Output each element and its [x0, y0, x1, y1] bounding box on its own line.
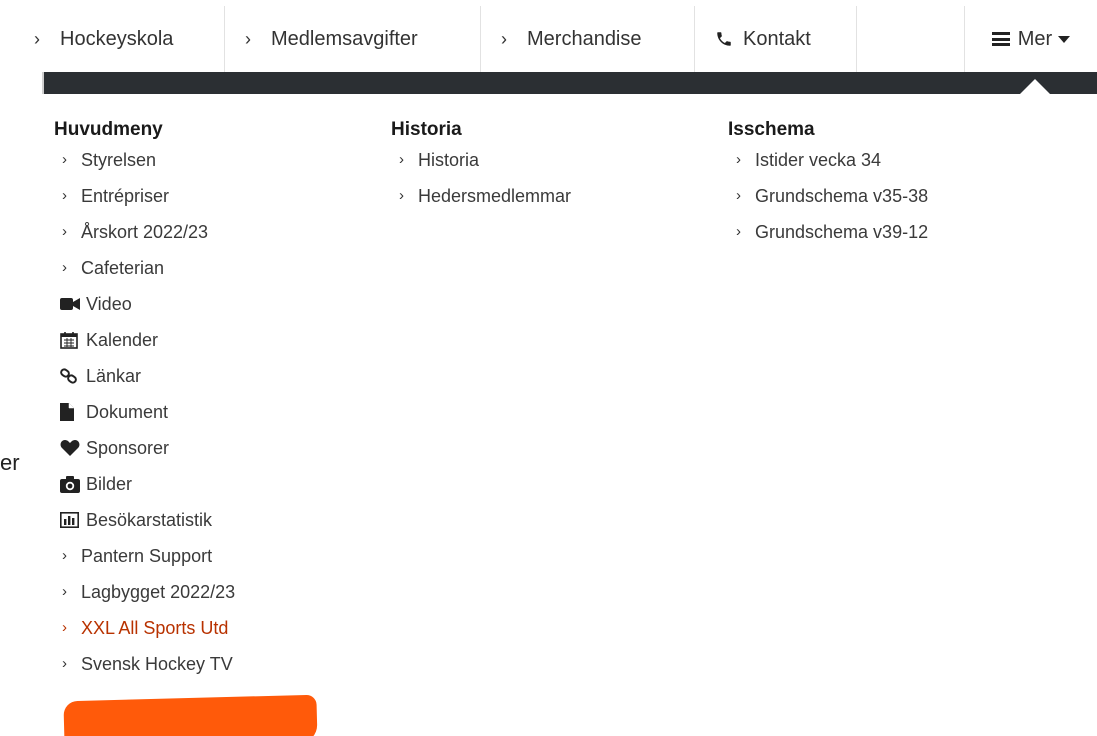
menu-item-hedersmedlemmar[interactable]: › Hedersmedlemmar — [391, 178, 571, 214]
menu-item-label: Hedersmedlemmar — [418, 186, 572, 206]
menu-item-grundschema-2[interactable]: › Grundschema v39-12 — [728, 214, 928, 250]
menu-column-historia: Historia › Historia › Hedersmedlemmar — [391, 118, 571, 214]
menu-item-dokument[interactable]: Dokument — [54, 394, 235, 430]
chevron-right-icon: › — [736, 151, 741, 168]
phone-icon — [715, 30, 733, 48]
chevron-right-icon: › — [62, 223, 67, 240]
menu-item-grundschema-1[interactable]: › Grundschema v35-38 — [728, 178, 928, 214]
menu-item-kalender[interactable]: Kalender — [54, 322, 235, 358]
menu-item-label: Länkar — [86, 366, 142, 386]
menu-item-sponsorer[interactable]: Sponsorer — [54, 430, 235, 466]
hamburger-icon — [991, 32, 1010, 46]
nav-item-kontakt[interactable]: Kontakt — [695, 6, 857, 72]
column-title: Historia — [391, 119, 462, 140]
chevron-right-icon: › — [245, 28, 251, 49]
document-icon — [60, 403, 82, 421]
menu-item-label: Cafeterian — [81, 258, 165, 278]
menu-column-huvudmeny: Huvudmeny › Styrelsen › Entrépriser › Årsko… — [54, 118, 235, 682]
menu-item-video[interactable]: Video — [54, 286, 235, 322]
menu-item-xxl-all-sports[interactable]: › XXL All Sports Utd — [54, 610, 235, 646]
highlight-marker — [63, 694, 318, 736]
nav-item-hockeyskola[interactable]: › Hockeyskola — [14, 6, 225, 72]
menu-item-besokarstatistik[interactable]: Besökarstatistik — [54, 502, 235, 538]
chevron-right-icon: › — [399, 187, 404, 204]
menu-item-label: Sponsorer — [86, 438, 170, 458]
chevron-right-icon: › — [62, 583, 67, 600]
bar-chart-icon — [60, 512, 82, 528]
chevron-right-icon: › — [62, 259, 67, 276]
chevron-right-icon: › — [736, 223, 741, 240]
chevron-right-icon: › — [62, 619, 67, 636]
menu-item-label: Årskort 2022/23 — [81, 222, 209, 242]
menu-item-pantern-support[interactable]: › Pantern Support — [54, 538, 235, 574]
menu-item-label: Istider vecka 34 — [755, 150, 882, 170]
menu-item-label: Grundschema v35-38 — [755, 186, 929, 206]
dropdown-pointer — [1020, 79, 1050, 94]
menu-item-svensk-hockey-tv[interactable]: › Svensk Hockey TV — [54, 646, 235, 682]
chevron-right-icon: › — [399, 151, 404, 168]
link-icon — [60, 368, 82, 384]
menu-item-label: Video — [86, 294, 132, 314]
nav-item-label: Merchandise — [527, 27, 642, 50]
menu-item-entrepriser[interactable]: › Entrépriser — [54, 178, 235, 214]
nav-item-merchandise[interactable]: › Merchandise — [481, 6, 695, 72]
menu-item-label: Grundschema v39-12 — [755, 222, 929, 242]
menu-item-label: Styrelsen — [81, 150, 157, 170]
chevron-right-icon: › — [501, 28, 507, 49]
menu-item-label: Svensk Hockey TV — [81, 654, 233, 674]
menu-item-label: Lagbygget 2022/23 — [81, 582, 236, 602]
menu-item-lankar[interactable]: Länkar — [54, 358, 235, 394]
menu-item-lagbygget[interactable]: › Lagbygget 2022/23 — [54, 574, 235, 610]
menu-item-cafeterian[interactable]: › Cafeterian — [54, 250, 235, 286]
chevron-right-icon: › — [62, 187, 67, 204]
menu-item-label: Historia — [418, 150, 480, 170]
menu-item-arskort[interactable]: › Årskort 2022/23 — [54, 214, 235, 250]
nav-spacer — [857, 6, 965, 72]
chevron-right-icon: › — [62, 547, 67, 564]
caret-down-icon — [1058, 35, 1071, 43]
menu-column-isschema: Isschema › Istider vecka 34 › Grundschema … — [728, 118, 928, 250]
menu-item-label: Pantern Support — [81, 546, 213, 566]
nav-item-label: Kontakt — [743, 27, 811, 50]
menu-item-label: Bilder — [86, 474, 133, 494]
menu-item-bilder[interactable]: Bilder — [54, 466, 235, 502]
menu-item-styrelsen[interactable]: › Styrelsen — [54, 142, 235, 178]
mega-menu: Huvudmeny › Styrelsen › Entrépriser › Årsko… — [30, 94, 1097, 736]
menu-item-label: Entrépriser — [81, 186, 170, 206]
chevron-right-icon: › — [736, 187, 741, 204]
menu-item-label: Kalender — [86, 330, 159, 350]
menu-item-historia[interactable]: › Historia — [391, 142, 571, 178]
column-title: Isschema — [728, 119, 815, 140]
nav-item-medlemsavgifter[interactable]: › Medlemsavgifter — [225, 6, 481, 72]
more-menu-label: Mer — [1017, 27, 1053, 50]
nav-item-label: Hockeyskola — [60, 27, 174, 50]
chevron-right-icon: › — [62, 151, 67, 168]
video-camera-icon — [60, 297, 82, 311]
chevron-right-icon: › — [62, 655, 67, 672]
menu-item-label: XXL All Sports Utd — [81, 618, 229, 638]
calendar-icon — [60, 331, 82, 349]
menu-item-label: Besökarstatistik — [86, 510, 213, 530]
background-text-fragment: er — [0, 450, 20, 475]
more-menu-button[interactable]: Mer — [965, 6, 1097, 72]
chevron-right-icon: › — [34, 28, 40, 49]
menu-item-label: Dokument — [86, 402, 169, 422]
column-title: Huvudmeny — [54, 119, 163, 140]
menu-dark-band — [44, 72, 1097, 94]
nav-item-label: Medlemsavgifter — [271, 27, 418, 50]
camera-icon — [60, 475, 82, 493]
heart-icon — [60, 439, 82, 457]
menu-item-istider[interactable]: › Istider vecka 34 — [728, 142, 928, 178]
top-navigation: › Hockeyskola › Medlemsavgifter › Mercha… — [14, 6, 1097, 72]
